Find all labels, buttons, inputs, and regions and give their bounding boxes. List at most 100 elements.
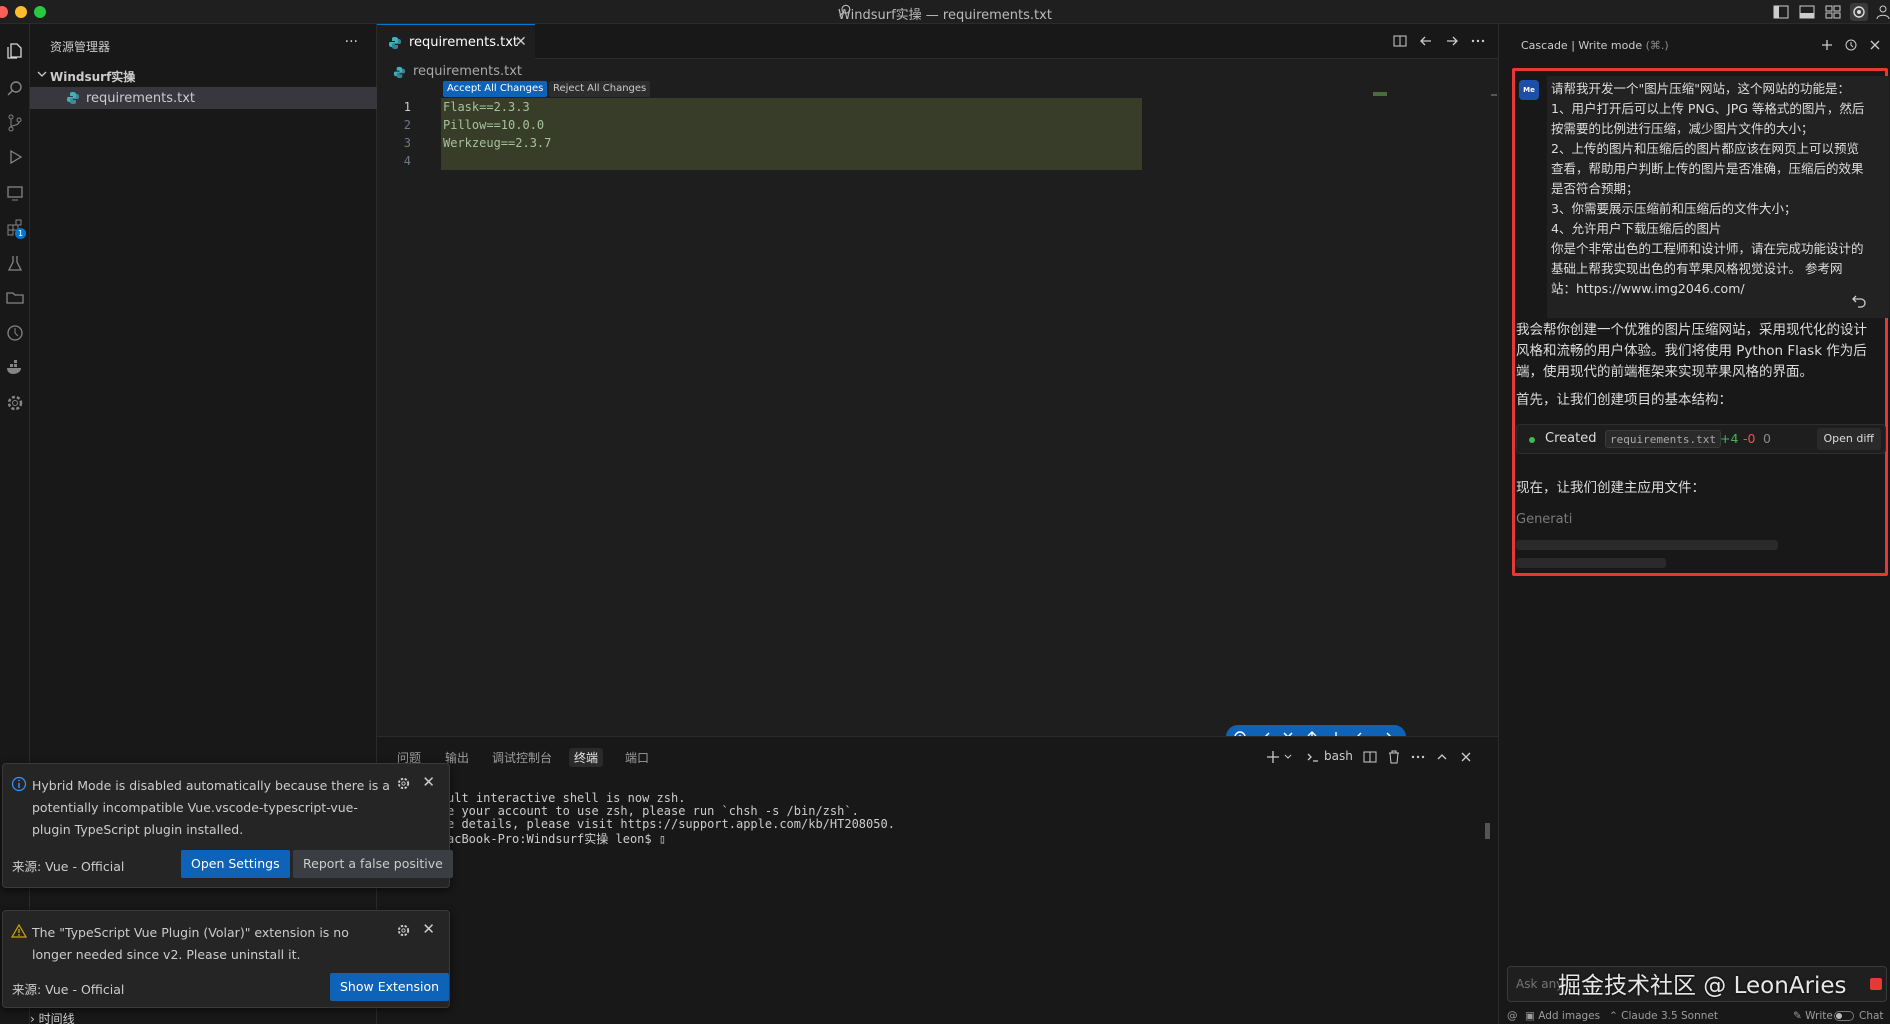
avatar: Me bbox=[1519, 80, 1539, 100]
watermark: 掘金技术社区 @ LeonAries bbox=[1558, 973, 1847, 999]
user-message-line: 你是个非常出色的工程师和设计师，请在完成功能设计的 bbox=[1551, 241, 1864, 256]
windsurf-icon[interactable] bbox=[1850, 3, 1868, 21]
assistant-message-line: 我会帮你创建一个优雅的图片压缩网站，采用现代化的设计 bbox=[1516, 322, 1867, 338]
terminal-shell-label[interactable]: bash bbox=[1324, 749, 1353, 763]
code-line[interactable]: Pillow==10.0.0 bbox=[443, 118, 544, 132]
toggle-panel-icon[interactable] bbox=[1798, 3, 1816, 21]
settings-gear-icon[interactable] bbox=[2, 390, 28, 416]
toggle-sidebar-icon[interactable] bbox=[1772, 3, 1790, 21]
run-debug-icon[interactable] bbox=[2, 144, 28, 170]
model-selector[interactable]: ⌃ Claude 3.5 Sonnet bbox=[1609, 1010, 1718, 1022]
files-icon[interactable] bbox=[2, 38, 28, 64]
more-actions-icon[interactable] bbox=[1410, 749, 1426, 765]
loading-skeleton bbox=[1516, 558, 1666, 568]
testing-icon[interactable] bbox=[2, 250, 28, 276]
lines-removed: -0 bbox=[1743, 431, 1756, 446]
trash-icon[interactable] bbox=[1386, 749, 1402, 765]
terminal-line: e details, please visit https://support.… bbox=[447, 817, 895, 831]
tab-close-button[interactable]: ✕ bbox=[515, 34, 527, 50]
notification-source: 来源: Vue - Official bbox=[12, 982, 125, 997]
timeline-section[interactable]: › 时间线 bbox=[30, 1010, 75, 1024]
folder-icon[interactable] bbox=[2, 284, 28, 310]
terminal-prompt[interactable]: acBook-Pro:Windsurf实操 leon$ ▯ bbox=[447, 830, 666, 847]
mode-toggle[interactable] bbox=[1834, 1011, 1854, 1021]
add-images-button[interactable]: ▣ Add images bbox=[1525, 1010, 1600, 1022]
undo-icon[interactable] bbox=[1851, 292, 1867, 308]
gear-icon[interactable] bbox=[396, 776, 411, 791]
user-message-line: 请帮我开发一个"图片压缩"网站，这个网站的功能是： bbox=[1551, 81, 1851, 96]
panel-tab-debug-console[interactable]: 调试控制台 bbox=[492, 749, 552, 766]
user-message-line: 2、上传的图片和压缩后的图片都应该在网页上可以预览 bbox=[1551, 141, 1859, 156]
code-line[interactable]: Werkzeug==2.3.7 bbox=[443, 136, 551, 150]
more-actions-icon[interactable] bbox=[1470, 33, 1486, 49]
user-message-line: 1、用户打开后可以上传 PNG、JPG 等格式的图片，然后 bbox=[1551, 101, 1865, 116]
diff-highlight bbox=[441, 98, 1142, 170]
open-settings-button[interactable]: Open Settings bbox=[181, 850, 290, 878]
status-dot bbox=[1529, 437, 1535, 443]
user-message-line: 查看，帮助用户判断上传的图片是否准确，压缩后的效果 bbox=[1551, 161, 1864, 176]
customize-layout-icon[interactable] bbox=[1824, 3, 1842, 21]
split-terminal-icon[interactable] bbox=[1362, 749, 1378, 765]
chevron-down-icon[interactable] bbox=[1283, 749, 1293, 765]
assistant-message-line: 端，使用现代的前端框架来实现苹果风格的界面。 bbox=[1516, 364, 1813, 380]
history-icon[interactable] bbox=[1844, 38, 1858, 52]
open-diff-button[interactable]: Open diff bbox=[1816, 428, 1881, 450]
folder-name: Windsurf实操 bbox=[50, 70, 136, 84]
notification-message: Hybrid Mode is disabled automatically be… bbox=[32, 778, 390, 837]
created-file-chip[interactable]: requirements.txt bbox=[1605, 430, 1721, 448]
editor-scrollbar[interactable] bbox=[1491, 94, 1497, 96]
show-extension-button[interactable]: Show Extension bbox=[330, 973, 450, 1001]
report-false-positive-button[interactable]: Report a false positive bbox=[293, 850, 453, 878]
new-chat-icon[interactable] bbox=[1820, 38, 1834, 52]
timeline-icon[interactable] bbox=[2, 320, 28, 346]
stop-generation-button[interactable] bbox=[1870, 978, 1882, 990]
timeline-label: 时间线 bbox=[38, 1012, 75, 1024]
write-mode-label[interactable]: ✎ Write bbox=[1793, 1010, 1833, 1022]
arrow-right-icon[interactable] bbox=[1444, 33, 1460, 49]
code-line[interactable]: Flask==2.3.3 bbox=[443, 100, 530, 114]
close-icon[interactable] bbox=[1868, 38, 1882, 52]
close-notification-button[interactable]: ✕ bbox=[422, 920, 435, 938]
remote-explorer-icon[interactable] bbox=[2, 180, 28, 206]
python-file-icon bbox=[389, 37, 401, 49]
chevron-up-icon[interactable] bbox=[1434, 749, 1450, 765]
accept-all-changes-button[interactable]: Accept All Changes bbox=[443, 81, 548, 97]
panel-tab-terminal[interactable]: 终端 bbox=[569, 748, 604, 767]
loading-skeleton bbox=[1516, 540, 1778, 550]
created-label: Created bbox=[1545, 431, 1597, 446]
line-number: 4 bbox=[403, 154, 411, 168]
cascade-title: Cascade | Write mode (⌘.) bbox=[1521, 39, 1669, 52]
line-number: 3 bbox=[403, 136, 411, 150]
line-number: 1 bbox=[403, 100, 411, 114]
notification-hybrid-mode: Hybrid Mode is disabled automatically be… bbox=[2, 763, 453, 888]
terminal-scrollbar[interactable] bbox=[1485, 823, 1490, 839]
editor-area: requirements.txt ✕ requirements.txt Acce… bbox=[377, 24, 1498, 749]
minimap[interactable] bbox=[1373, 92, 1387, 96]
more-actions-button[interactable]: ··· bbox=[345, 34, 358, 50]
mention-icon[interactable]: @ bbox=[1507, 1010, 1518, 1022]
created-file-card: Created requirements.txt +4 -0 0 Open di… bbox=[1516, 424, 1886, 454]
docker-icon[interactable] bbox=[2, 354, 28, 380]
tab-requirements[interactable]: requirements.txt ✕ bbox=[377, 24, 535, 59]
split-editor-icon[interactable] bbox=[1392, 33, 1408, 49]
folder-row[interactable]: Windsurf实操 bbox=[30, 64, 377, 86]
chat-mode-label[interactable]: Chat bbox=[1859, 1010, 1884, 1022]
user-message-line: 4、允许用户下载压缩后的图片 bbox=[1551, 221, 1722, 236]
close-notification-button[interactable]: ✕ bbox=[422, 773, 435, 791]
file-row[interactable]: requirements.txt bbox=[30, 87, 377, 109]
editor-tab-bar: requirements.txt ✕ bbox=[377, 24, 1498, 59]
reject-all-changes-button[interactable]: Reject All Changes bbox=[549, 81, 651, 97]
arrow-left-icon[interactable] bbox=[1418, 33, 1434, 49]
search-icon[interactable] bbox=[2, 76, 28, 102]
source-control-icon[interactable] bbox=[2, 110, 28, 136]
extensions-icon[interactable]: 1 bbox=[2, 214, 28, 240]
panel-tab-ports[interactable]: 端口 bbox=[625, 749, 649, 766]
terminal-icon bbox=[1307, 753, 1318, 762]
add-terminal-icon[interactable] bbox=[1265, 749, 1281, 765]
user-message: 请帮我开发一个"图片压缩"网站，这个网站的功能是： 1、用户打开后可以上传 PN… bbox=[1547, 76, 1889, 318]
assistant-message-line: 首先，让我们创建项目的基本结构： bbox=[1516, 392, 1732, 408]
user-message-line: 按需要的比例进行压缩，减少图片文件的大小； bbox=[1551, 121, 1814, 136]
close-icon[interactable] bbox=[1458, 749, 1474, 765]
gear-icon[interactable] bbox=[396, 923, 411, 938]
account-icon[interactable] bbox=[1874, 3, 1890, 21]
